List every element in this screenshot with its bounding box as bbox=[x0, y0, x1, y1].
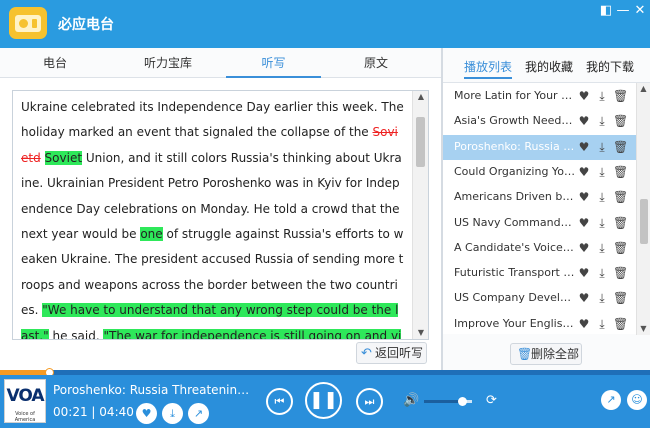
download-icon[interactable]: ⤓ bbox=[595, 316, 609, 332]
right-panel: 播放列表 我的收藏 我的下载 ▲ ▼ More Latin for Your E… bbox=[443, 48, 650, 370]
tab-my-downloads[interactable]: 我的下载 bbox=[586, 58, 634, 75]
next-track-icon[interactable]: ⏭ bbox=[356, 388, 383, 415]
playlist-item-title: Could Organizing Your Life Make You Happ… bbox=[454, 164, 576, 178]
scroll-thumb[interactable] bbox=[416, 117, 425, 167]
playlist-item-title: Asia's Growth Needs to Be Inclusive bbox=[454, 114, 576, 128]
download-icon[interactable]: ⤓ bbox=[595, 88, 609, 104]
playlist-item-title: Improve Your English Writing bbox=[454, 316, 576, 330]
delete-icon[interactable]: 🗑 bbox=[613, 215, 628, 231]
close-icon[interactable]: ✕ bbox=[631, 3, 649, 19]
delete-icon[interactable]: 🗑 bbox=[613, 88, 628, 104]
tab-my-favorites[interactable]: 我的收藏 bbox=[525, 58, 573, 75]
delete-icon[interactable]: 🗑 bbox=[613, 113, 628, 129]
playlist-item-title: US Company Developing New Technology bbox=[454, 291, 576, 305]
playlist-item[interactable]: US Navy Commander Concerned♥⤓🗑 bbox=[443, 211, 636, 236]
tab-original-text[interactable]: 原文 bbox=[321, 48, 431, 78]
skin-icon[interactable]: ◧ bbox=[597, 3, 615, 19]
playlist-item[interactable]: Could Organizing Your Life Make You Happ… bbox=[443, 160, 636, 185]
delete-icon[interactable]: 🗑 bbox=[613, 290, 628, 306]
heart-icon[interactable]: ♥ bbox=[577, 113, 591, 129]
heart-icon[interactable]: ♥ bbox=[577, 164, 591, 180]
playlist-item-title: More Latin for Your Everyday English bbox=[454, 89, 576, 102]
playlist-item-title: US Navy Commander Concerned bbox=[454, 215, 576, 229]
heart-icon[interactable]: ♥ bbox=[577, 215, 591, 231]
playlist-scrollbar[interactable]: ▲ ▼ bbox=[636, 83, 650, 335]
heart-icon[interactable]: ♥ bbox=[577, 88, 591, 104]
left-panel: 电台 听力宝库 听写 原文 Ukraine celebrated its Ind… bbox=[0, 48, 441, 370]
playlist-item[interactable]: Americans Driven by 'Wanderlust'♥⤓🗑 bbox=[443, 185, 636, 210]
correct-word: Soviet bbox=[44, 150, 83, 165]
delete-icon[interactable]: 🗑 bbox=[613, 189, 628, 205]
playlist: ▲ ▼ More Latin for Your Everyday English… bbox=[443, 82, 650, 337]
download-icon[interactable]: ⤓ bbox=[595, 265, 609, 281]
delete-icon[interactable]: 🗑 bbox=[613, 240, 628, 256]
delete-all-button[interactable]: 🗑 删除全部 bbox=[510, 343, 582, 365]
player-bar: VOA Voice of America Poroshenko: Russia … bbox=[0, 375, 650, 428]
playlist-item[interactable]: More Latin for Your Everyday English♥⤓🗑 bbox=[443, 84, 636, 109]
tab-playlist[interactable]: 播放列表 bbox=[464, 58, 513, 79]
correct-word: one bbox=[140, 227, 163, 242]
playlist-item-title: Poroshenko: Russia Threatening Ukraine bbox=[454, 139, 576, 153]
heart-icon[interactable]: ♥ bbox=[577, 240, 591, 256]
delete-icon[interactable]: 🗑 bbox=[613, 164, 628, 180]
dictation-text[interactable]: Ukraine celebrated its Independence Day … bbox=[21, 95, 405, 339]
title-bar: 必应电台 ◧ — ✕ bbox=[0, 0, 650, 48]
playlist-item[interactable]: Asia's Growth Needs to Be Inclusive♥⤓🗑 bbox=[443, 109, 636, 134]
delete-icon[interactable]: 🗑 bbox=[613, 316, 628, 332]
favorite-heart-icon[interactable]: ♥ bbox=[136, 403, 157, 424]
download-icon[interactable]: ⤓ bbox=[595, 189, 609, 205]
download-icon[interactable]: ⤓ bbox=[595, 290, 609, 306]
minimize-icon[interactable]: — bbox=[614, 3, 632, 19]
download-icon[interactable]: ⤓ bbox=[595, 113, 609, 129]
return-arrow-icon: ↶ bbox=[361, 346, 372, 361]
scroll-thumb[interactable] bbox=[640, 199, 648, 244]
heart-icon[interactable]: ♥ bbox=[577, 290, 591, 306]
playlist-item[interactable]: Futuristic Transport Systems♥⤓🗑 bbox=[443, 261, 636, 286]
download-icon[interactable]: ⤓ bbox=[595, 240, 609, 256]
playlist-item[interactable]: US Company Developing New Technology♥⤓🗑 bbox=[443, 286, 636, 311]
left-tab-bar: 电台 听力宝库 听写 原文 bbox=[0, 48, 441, 78]
heart-icon[interactable]: ♥ bbox=[577, 265, 591, 281]
emoji-feedback-icon[interactable]: ☺ bbox=[627, 390, 647, 410]
scroll-up-icon[interactable]: ▲ bbox=[413, 91, 428, 103]
download-icon[interactable]: ⤓ bbox=[162, 403, 183, 424]
volume-slider[interactable] bbox=[424, 397, 472, 406]
scroll-down-icon[interactable]: ▼ bbox=[637, 323, 650, 335]
now-playing-title: Poroshenko: Russia Threatening Ukraine bbox=[53, 383, 251, 397]
playlist-item[interactable]: A Candidate's Voice Matters♥⤓🗑 bbox=[443, 236, 636, 261]
delete-icon[interactable]: 🗑 bbox=[613, 139, 628, 155]
app-title: 必应电台 bbox=[58, 17, 114, 33]
download-icon[interactable]: ⤓ bbox=[595, 164, 609, 180]
textbox-scrollbar[interactable]: ▲ ▼ bbox=[412, 91, 428, 339]
scroll-up-icon[interactable]: ▲ bbox=[637, 83, 650, 95]
trash-icon: 🗑 bbox=[517, 347, 533, 361]
volume-icon[interactable]: 🔊 bbox=[403, 393, 419, 408]
delete-icon[interactable]: 🗑 bbox=[613, 265, 628, 281]
tab-dictation[interactable]: 听写 bbox=[226, 48, 321, 78]
playlist-item[interactable]: Poroshenko: Russia Threatening Ukraine♥⤓… bbox=[443, 134, 636, 160]
external-share-icon[interactable]: ↗ bbox=[601, 390, 621, 410]
radio-logo-icon bbox=[9, 7, 47, 39]
pause-icon[interactable]: ❚❚ bbox=[305, 382, 342, 419]
heart-icon[interactable]: ♥ bbox=[577, 189, 591, 205]
heart-icon[interactable]: ♥ bbox=[577, 139, 591, 155]
loop-mode-icon[interactable]: ⟳ bbox=[486, 393, 497, 408]
playlist-item-title: Americans Driven by 'Wanderlust' bbox=[454, 190, 576, 204]
download-icon[interactable]: ⤓ bbox=[595, 139, 609, 155]
playlist-item-title: A Candidate's Voice Matters bbox=[454, 240, 576, 254]
dictation-textbox[interactable]: Ukraine celebrated its Independence Day … bbox=[12, 90, 429, 340]
share-icon[interactable]: ↗ bbox=[188, 403, 209, 424]
tab-radio[interactable]: 电台 bbox=[0, 48, 110, 78]
back-to-dictation-button[interactable]: ↶ 返回听写 bbox=[356, 342, 427, 364]
volume-handle[interactable] bbox=[458, 397, 468, 406]
scroll-down-icon[interactable]: ▼ bbox=[413, 327, 428, 339]
playlist-item-title: Futuristic Transport Systems bbox=[454, 266, 576, 280]
previous-track-icon[interactable]: ⏮ bbox=[266, 388, 293, 415]
voa-logo: VOA Voice of America bbox=[4, 379, 46, 423]
playlist-item[interactable]: Improve Your English Writing♥⤓🗑 bbox=[443, 312, 636, 337]
tab-listening-library[interactable]: 听力宝库 bbox=[110, 48, 226, 78]
heart-icon[interactable]: ♥ bbox=[577, 316, 591, 332]
time-display: 00:21 | 04:40 bbox=[53, 405, 134, 419]
download-icon[interactable]: ⤓ bbox=[595, 215, 609, 231]
